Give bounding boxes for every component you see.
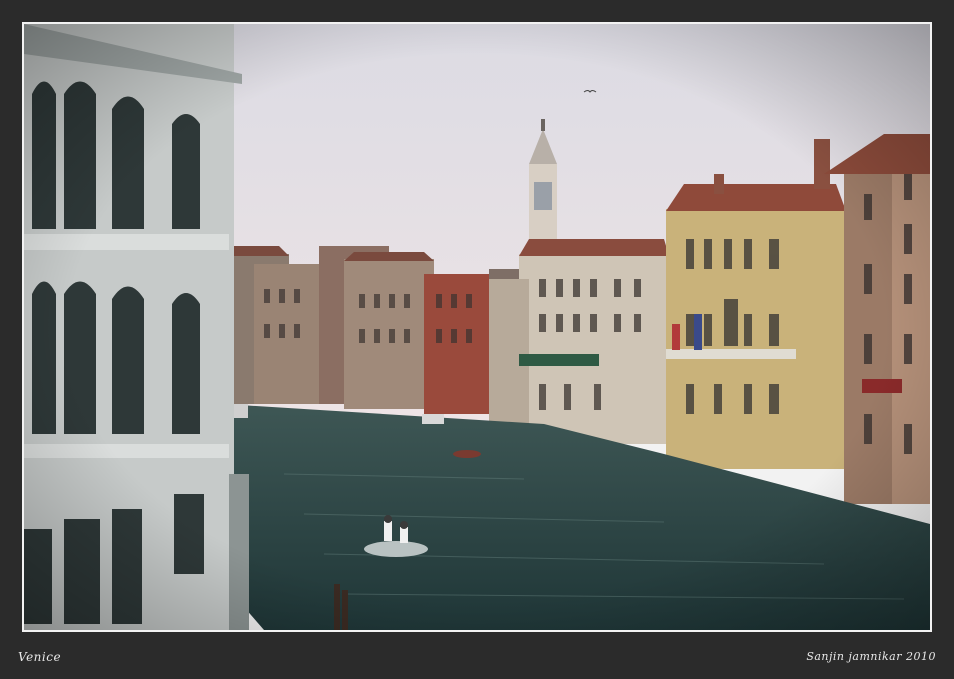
vignette [24, 24, 930, 630]
photo-frame [22, 22, 932, 632]
photo-credit: Sanjin jamnikar 2010 [806, 650, 936, 663]
photo-title: Venice [18, 650, 62, 664]
venice-grand-canal-photo [24, 24, 930, 630]
photo-illustration [24, 24, 930, 630]
